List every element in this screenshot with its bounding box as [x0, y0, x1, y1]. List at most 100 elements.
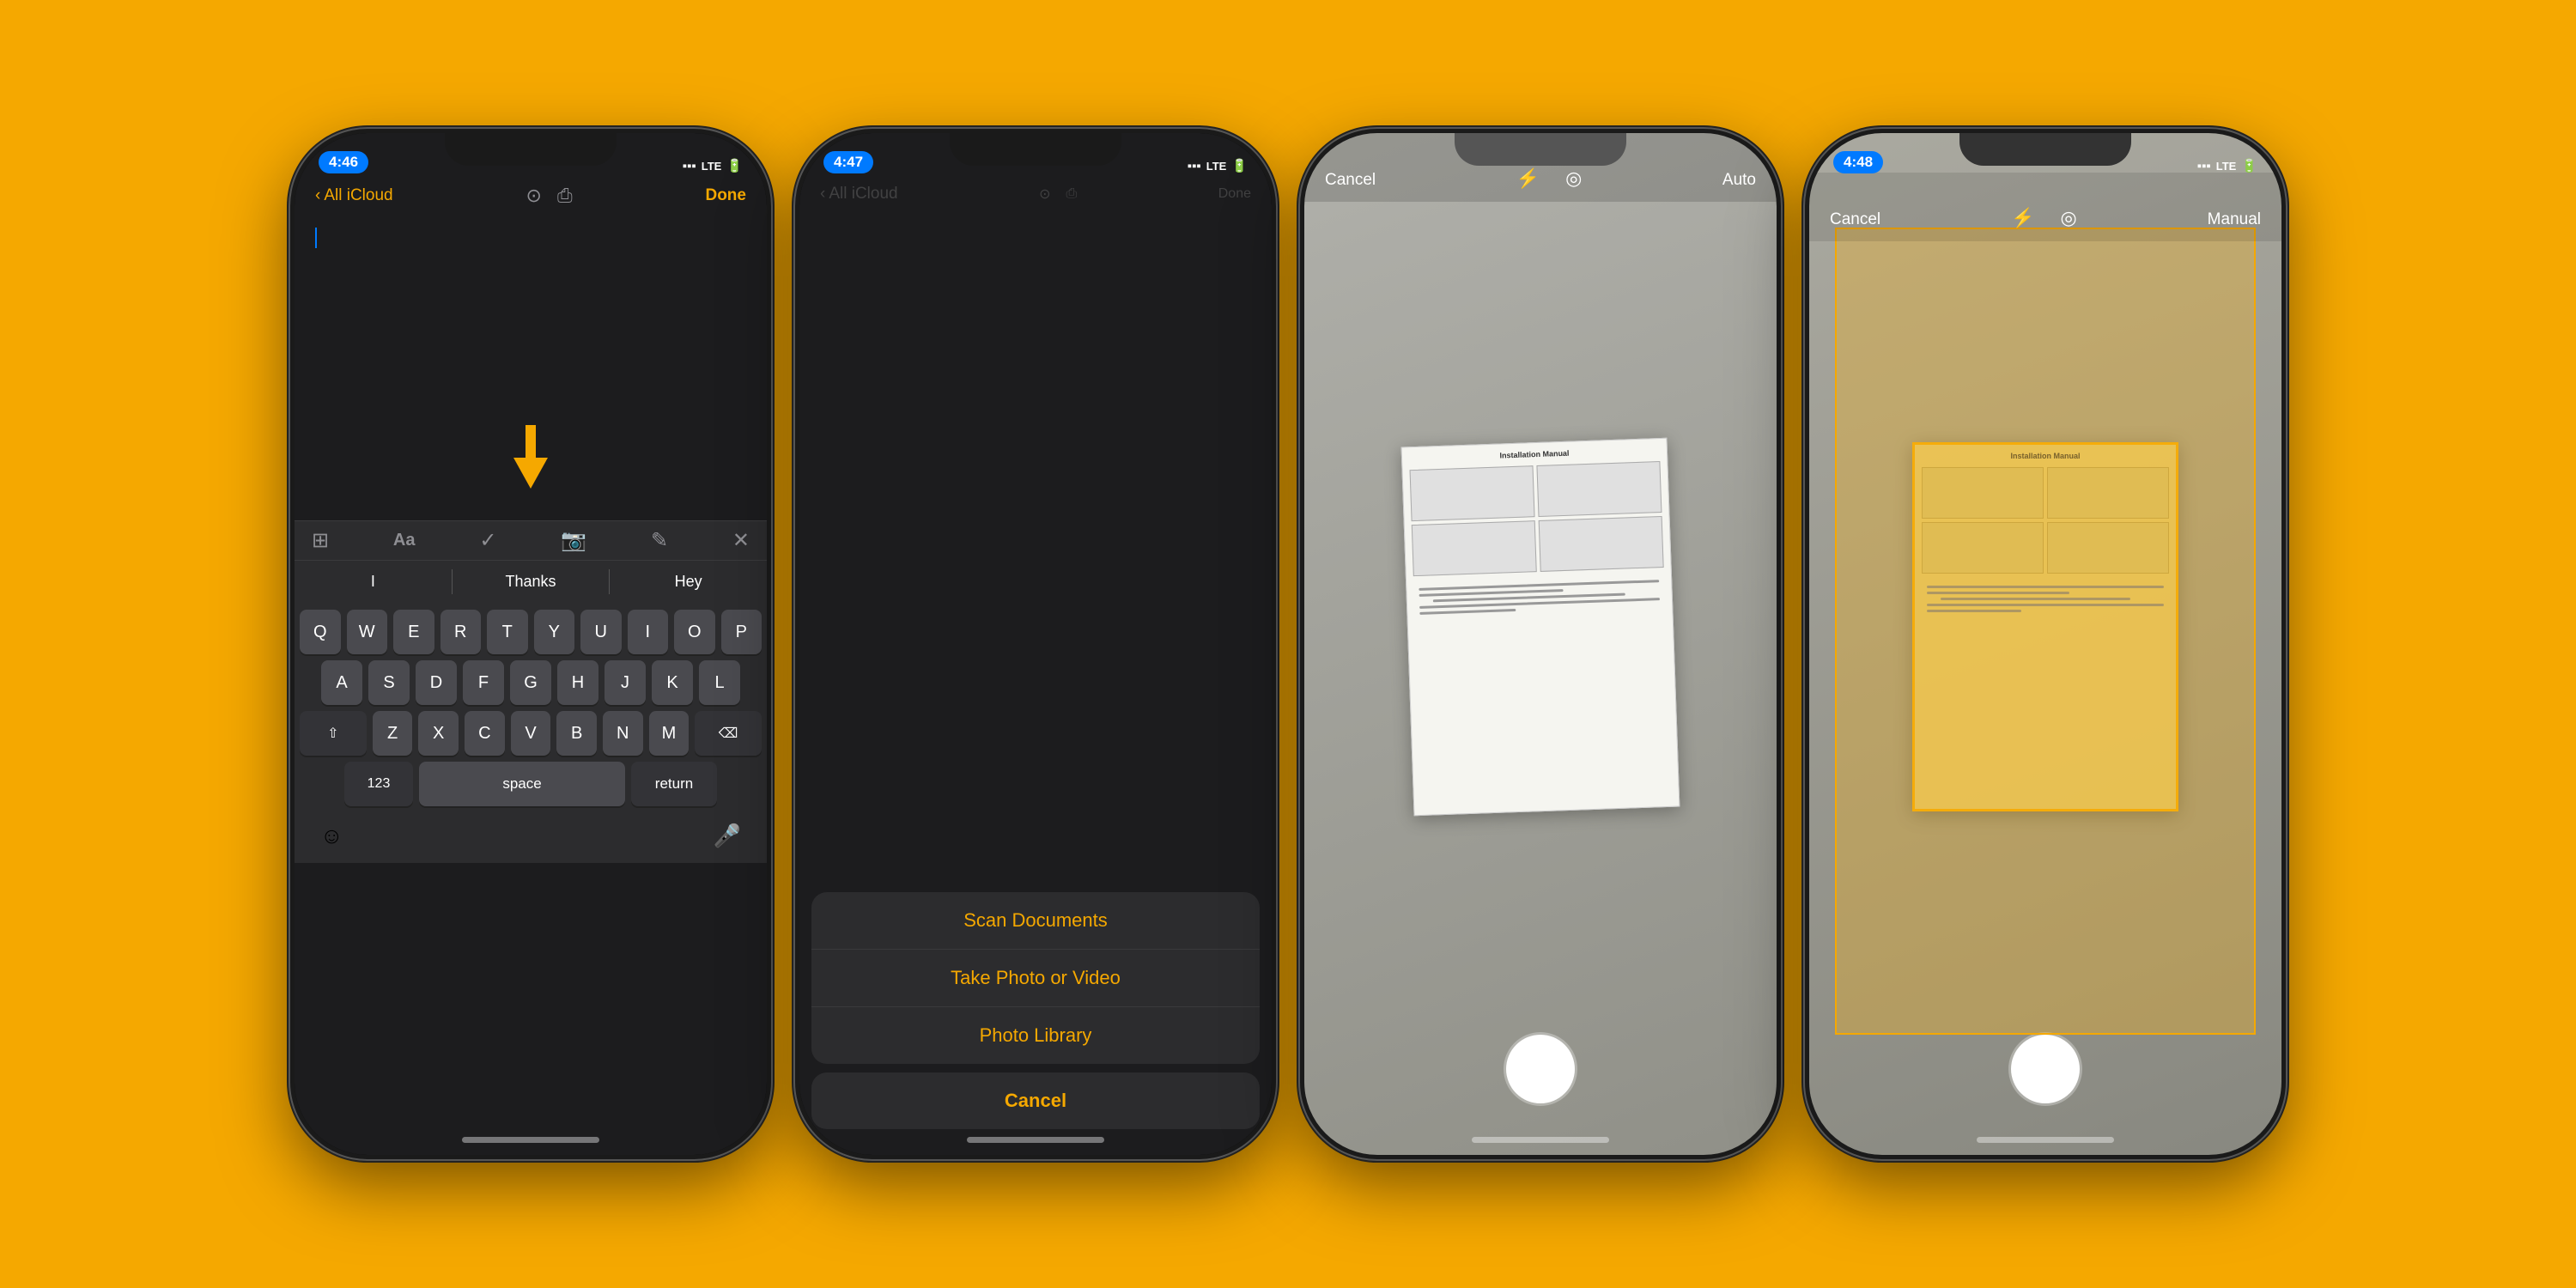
camera-toolbar-icon[interactable]: 📷 — [561, 528, 586, 553]
phone-3: Cancel ⚡ ◎ Auto Installation Manual — [1300, 129, 1781, 1159]
key-i[interactable]: I — [628, 610, 669, 654]
close-toolbar-icon[interactable]: ✕ — [732, 528, 750, 553]
notch-2 — [950, 133, 1121, 166]
action-take-photo[interactable]: Take Photo or Video — [811, 950, 1260, 1007]
shutter-button-4[interactable] — [2011, 1035, 2080, 1103]
key-z[interactable]: Z — [373, 711, 413, 756]
keyboard-row-2: A S D F G H J K L — [300, 660, 762, 705]
predictive-i[interactable]: I — [295, 569, 453, 594]
key-c[interactable]: C — [465, 711, 505, 756]
table-icon[interactable]: ⊞ — [312, 528, 329, 553]
key-x[interactable]: X — [418, 711, 459, 756]
flash-icon-4[interactable]: ⚡ — [2011, 207, 2034, 229]
action-cancel-button[interactable]: Cancel — [811, 1072, 1260, 1129]
all-icloud-label[interactable]: All iCloud — [324, 186, 392, 205]
key-f[interactable]: F — [463, 660, 504, 705]
key-space[interactable]: space — [419, 762, 625, 806]
document-paper-3: Installation Manual — [1401, 438, 1680, 817]
headphone-icon[interactable]: ⊙ — [526, 185, 542, 207]
key-shift[interactable]: ⇧ — [300, 711, 367, 756]
format-icon[interactable]: Aa — [393, 531, 416, 550]
home-indicator-2 — [967, 1137, 1104, 1143]
phone2-screen: 4:47 ▪▪▪ LTE 🔋 ‹ All iCloud ⊙ ⎙ — [799, 133, 1272, 1155]
key-123[interactable]: 123 — [344, 762, 413, 806]
pencil-icon[interactable]: ✎ — [651, 528, 668, 553]
key-t[interactable]: T — [487, 610, 528, 654]
done-button-1[interactable]: Done — [705, 186, 746, 205]
key-v[interactable]: V — [511, 711, 551, 756]
key-delete[interactable]: ⌫ — [695, 711, 762, 756]
share-icon[interactable]: ⎙ — [557, 185, 573, 207]
camera-cancel-3[interactable]: Cancel — [1325, 171, 1376, 190]
keyboard: Q W E R T Y U I O P A — [295, 603, 767, 863]
key-o[interactable]: O — [674, 610, 715, 654]
key-y[interactable]: Y — [534, 610, 575, 654]
doc-grid-3 — [1403, 461, 1671, 577]
camera-icons-4: ⚡ ◎ — [2011, 207, 2077, 229]
emoji-icon[interactable]: ☺ — [320, 823, 343, 849]
home-indicator-1 — [462, 1137, 599, 1143]
filter-icon-3[interactable]: ◎ — [1565, 167, 1582, 190]
lte-icon-2: LTE — [1206, 160, 1227, 173]
battery-icon: 🔋 — [726, 158, 743, 173]
key-h[interactable]: H — [557, 660, 598, 705]
mic-icon[interactable]: 🎤 — [714, 823, 741, 849]
checklist-icon[interactable]: ✓ — [479, 528, 496, 553]
time-2: 4:47 — [823, 151, 873, 173]
time-4: 4:48 — [1833, 151, 1883, 173]
filter-icon-4[interactable]: ◎ — [2061, 207, 2077, 229]
phone-4: 4:48 ▪▪▪ LTE 🔋 Cancel ⚡ ◎ Manual — [1805, 129, 2286, 1159]
action-sheet-main: Scan Documents Take Photo or Video Photo… — [811, 892, 1260, 1064]
doc-lines-3 — [1406, 568, 1673, 628]
predictive-thanks[interactable]: Thanks — [453, 569, 611, 594]
action-photo-library[interactable]: Photo Library — [811, 1007, 1260, 1064]
key-j[interactable]: J — [605, 660, 646, 705]
nav-back-1[interactable]: ‹ All iCloud — [315, 186, 393, 205]
text-cursor — [315, 228, 317, 248]
key-p[interactable]: P — [721, 610, 762, 654]
key-n[interactable]: N — [603, 711, 643, 756]
status-icons-4: ▪▪▪ LTE 🔋 — [2197, 158, 2257, 173]
phone1-screen: 4:46 ▪▪▪ LTE 🔋 ‹ All iCloud ⊙ ⎙ — [295, 133, 767, 1155]
key-u[interactable]: U — [580, 610, 622, 654]
camera-icons-3: ⚡ ◎ — [1516, 167, 1583, 190]
key-return[interactable]: return — [631, 762, 717, 806]
doc-container-3: Installation Manual — [1356, 236, 1725, 1018]
notch — [445, 133, 617, 166]
notes-content-1[interactable] — [295, 219, 767, 262]
chevron-left-icon: ‹ — [315, 186, 320, 205]
emoji-bar: ☺ 🎤 — [300, 812, 762, 856]
keyboard-row-4: 123 space return — [300, 762, 762, 806]
lte-icon: LTE — [702, 160, 722, 173]
key-e[interactable]: E — [393, 610, 434, 654]
key-a[interactable]: A — [321, 660, 362, 705]
signal-icon: ▪▪▪ — [683, 159, 696, 173]
shutter-button-3[interactable] — [1506, 1035, 1575, 1103]
phones-container: 4:46 ▪▪▪ LTE 🔋 ‹ All iCloud ⊙ ⎙ — [290, 129, 2286, 1159]
key-g[interactable]: G — [510, 660, 551, 705]
camera-mode-3[interactable]: Auto — [1722, 171, 1756, 190]
nav-back-2: ‹ All iCloud — [820, 185, 898, 204]
signal-icon-2: ▪▪▪ — [1188, 159, 1201, 173]
key-s[interactable]: S — [368, 660, 410, 705]
key-w[interactable]: W — [347, 610, 388, 654]
status-icons-2: ▪▪▪ LTE 🔋 — [1188, 158, 1248, 173]
action-sheet: Scan Documents Take Photo or Video Photo… — [811, 892, 1260, 1129]
notch-3 — [1455, 133, 1626, 166]
action-scan-documents[interactable]: Scan Documents — [811, 892, 1260, 950]
flash-icon-3[interactable]: ⚡ — [1516, 167, 1540, 190]
camera-cancel-4[interactable]: Cancel — [1830, 210, 1880, 229]
key-b[interactable]: B — [556, 711, 597, 756]
key-q[interactable]: Q — [300, 610, 341, 654]
predictive-hey[interactable]: Hey — [610, 569, 767, 594]
key-m[interactable]: M — [649, 711, 690, 756]
camera-mode-4[interactable]: Manual — [2208, 210, 2261, 229]
home-indicator-4 — [1977, 1137, 2114, 1143]
key-k[interactable]: K — [652, 660, 693, 705]
key-r[interactable]: R — [440, 610, 482, 654]
phone-2: 4:47 ▪▪▪ LTE 🔋 ‹ All iCloud ⊙ ⎙ — [795, 129, 1276, 1159]
phone-1: 4:46 ▪▪▪ LTE 🔋 ‹ All iCloud ⊙ ⎙ — [290, 129, 771, 1159]
key-l[interactable]: L — [699, 660, 740, 705]
battery-icon-2: 🔋 — [1231, 158, 1248, 173]
key-d[interactable]: D — [416, 660, 457, 705]
